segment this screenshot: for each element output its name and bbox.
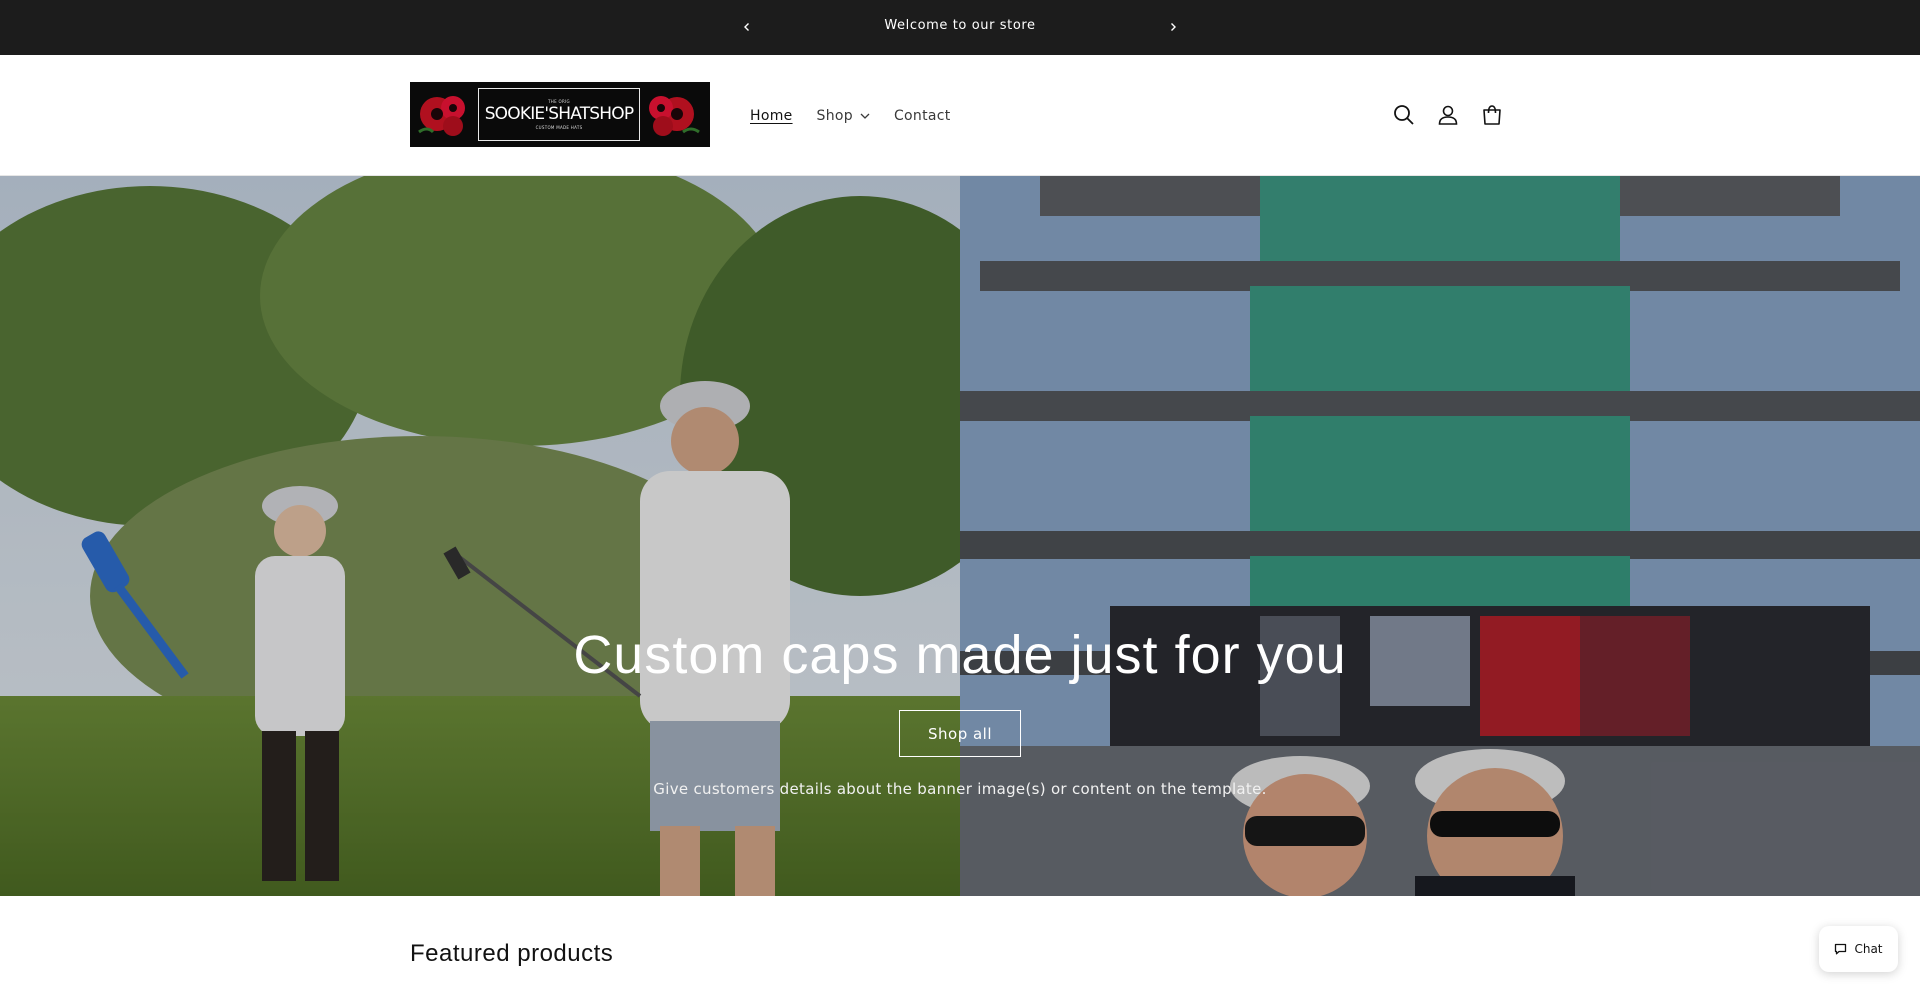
nav-contact[interactable]: Contact — [894, 108, 951, 124]
logo-tagline-bottom: CUSTOM MADE HATS — [535, 125, 583, 130]
rose-icon — [649, 96, 700, 136]
announcement-next-button[interactable] — [1163, 17, 1183, 37]
hero-banner: Custom caps made just for you Shop all G… — [0, 176, 1920, 896]
chat-label: Chat — [1854, 942, 1883, 956]
chat-button[interactable]: Chat — [1819, 926, 1898, 972]
hero-heading: Custom caps made just for you — [573, 625, 1347, 685]
hero-content: Custom caps made just for you Shop all G… — [0, 176, 1920, 896]
search-button[interactable] — [1388, 99, 1420, 131]
cart-icon — [1483, 105, 1501, 125]
chat-bubble-icon — [1834, 943, 1847, 955]
nav-shop-label: Shop — [816, 107, 853, 124]
cart-button[interactable] — [1476, 99, 1508, 131]
featured-products-heading: Featured products — [410, 940, 614, 967]
chevron-right-icon — [1171, 23, 1176, 31]
announcement-bar: Welcome to our store — [0, 0, 1920, 55]
nav-contact-label: Contact — [893, 107, 951, 124]
rose-icon — [418, 96, 465, 136]
nav-shop[interactable]: Shop — [817, 108, 870, 124]
announcement-message: Welcome to our store — [884, 18, 1036, 33]
main-nav: Home Shop Contact — [750, 55, 975, 176]
account-button[interactable] — [1432, 99, 1464, 131]
nav-home-label: Home — [750, 107, 793, 124]
store-logo[interactable]: THE ORIG SOOKIE'SHATSHOP CUSTOM MADE HAT… — [410, 82, 710, 147]
chevron-down-icon — [860, 113, 870, 119]
search-icon — [1394, 105, 1414, 125]
nav-home[interactable]: Home — [750, 108, 793, 124]
logo-panel: THE ORIG SOOKIE'SHATSHOP CUSTOM MADE HAT… — [478, 88, 640, 141]
logo-brand: SOOKIE'SHATSHOP — [484, 104, 634, 124]
hero-subtext: Give customers details about the banner … — [653, 780, 1267, 798]
site-header: THE ORIG SOOKIE'SHATSHOP CUSTOM MADE HAT… — [0, 55, 1920, 176]
account-icon — [1438, 105, 1458, 125]
shop-all-button[interactable]: Shop all — [899, 710, 1021, 757]
